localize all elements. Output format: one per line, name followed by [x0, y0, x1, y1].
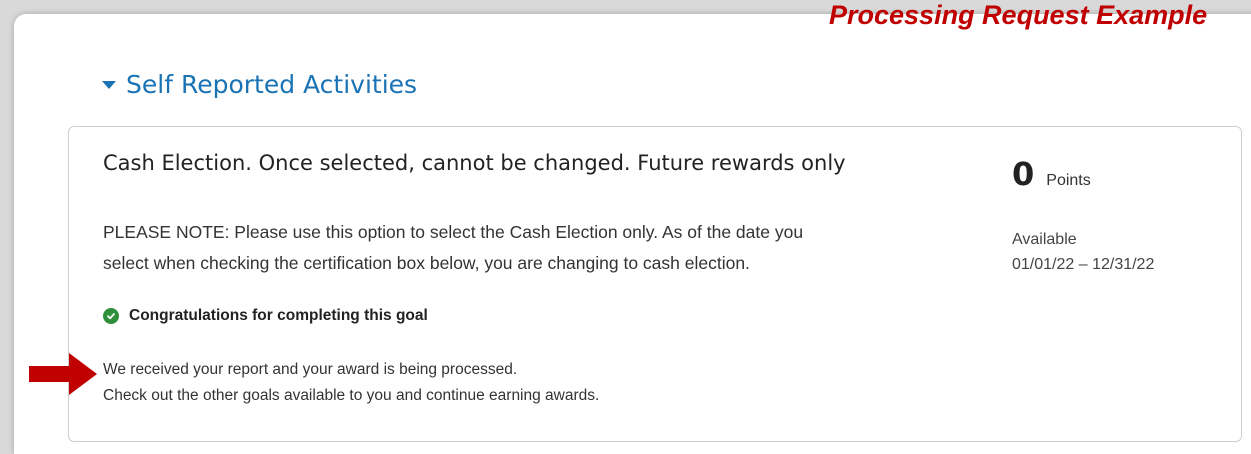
- description-line-2: select when checking the certification b…: [103, 253, 750, 273]
- annotation-title: Processing Request Example: [829, 0, 1208, 30]
- activity-title: Cash Election. Once selected, cannot be …: [103, 151, 846, 175]
- availability-info: Available 01/01/22 – 12/31/22: [1012, 227, 1154, 277]
- availability-dates: 01/01/22 – 12/31/22: [1012, 256, 1155, 273]
- activity-card[interactable]: Cash Election. Once selected, cannot be …: [29, 126, 1242, 442]
- points-unit: Points: [1046, 172, 1091, 189]
- availability-label: Available: [1012, 231, 1077, 248]
- message-line-2: Check out the other goals available to y…: [103, 387, 600, 404]
- message-line-1: We received your report and your award i…: [103, 361, 518, 378]
- section-toggle-self-reported[interactable]: Self Reported Activities: [102, 70, 417, 99]
- points-value: 0: [1012, 155, 1035, 193]
- page-panel: Processing Request Example Self Reported…: [14, 0, 1251, 454]
- activity-description: PLEASE NOTE: Please use this option to s…: [103, 217, 983, 279]
- completion-status-text: Congratulations for completing this goal: [129, 307, 428, 324]
- check-circle-icon: [103, 308, 119, 324]
- completion-status: Congratulations for completing this goal: [103, 307, 428, 325]
- description-line-1: PLEASE NOTE: Please use this option to s…: [103, 222, 804, 242]
- section-title: Self Reported Activities: [126, 70, 418, 99]
- caret-down-icon: [102, 80, 116, 89]
- processing-message: We received your report and your award i…: [103, 357, 599, 409]
- red-arrow-icon: [29, 353, 97, 395]
- points-display: 0 Points: [1012, 155, 1091, 193]
